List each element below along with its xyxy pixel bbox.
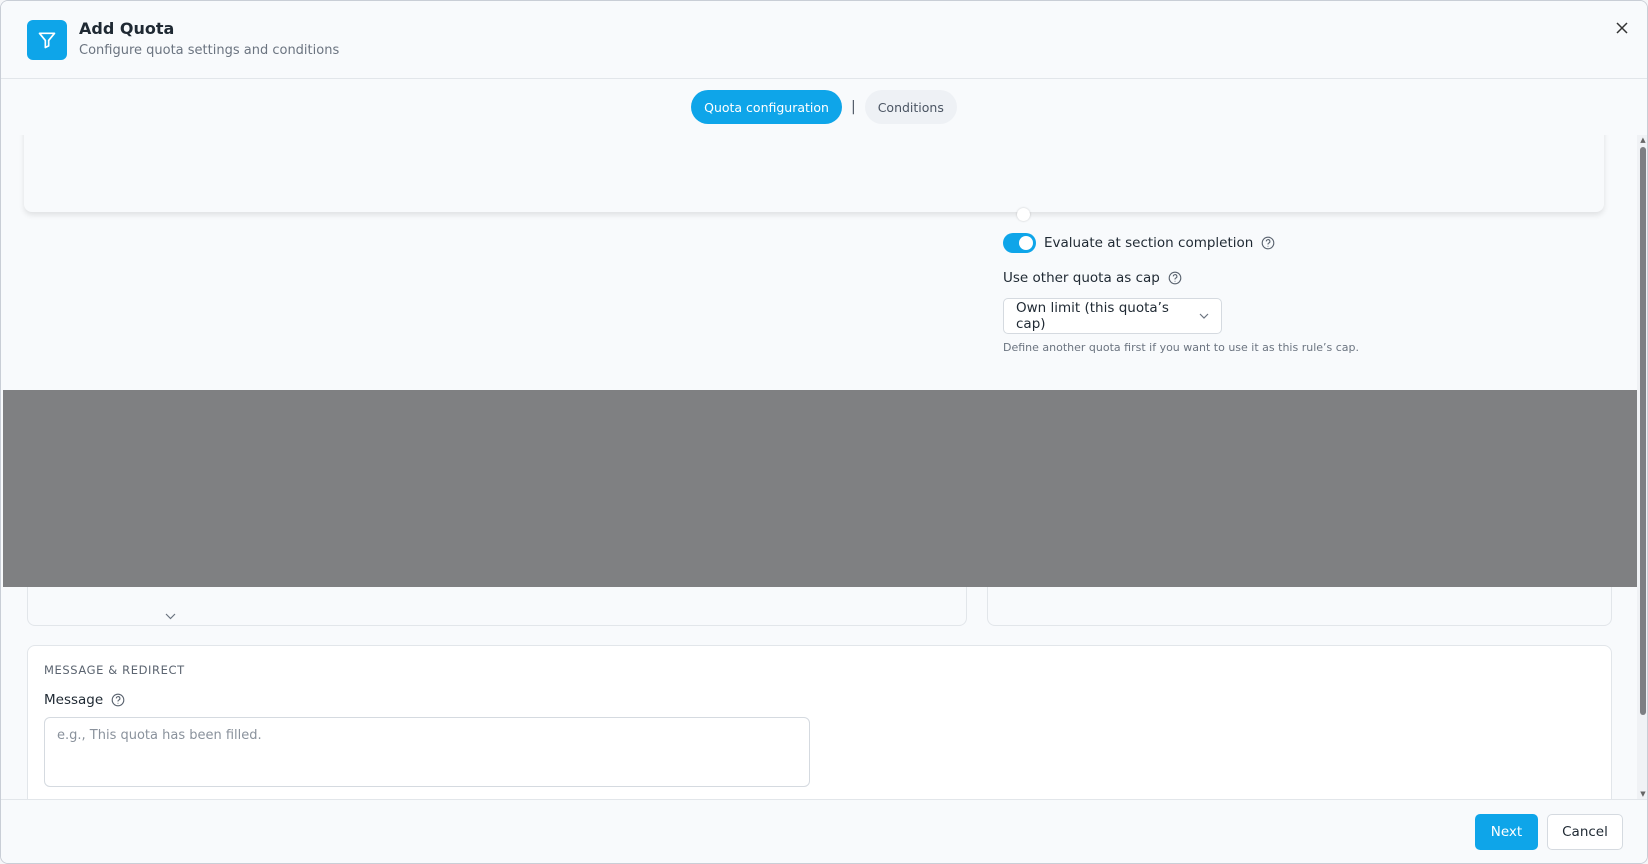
scrollbar[interactable]: ▲ ▼ [1637, 135, 1647, 799]
settings-card [24, 135, 1604, 212]
dialog-body[interactable]: Evaluate at section completion Use other… [1, 135, 1637, 799]
cap-hint: Define another quota first if you want t… [1003, 341, 1360, 354]
filter-icon [27, 20, 67, 60]
right-card [987, 587, 1612, 626]
slider-handle[interactable] [1017, 208, 1030, 221]
message-label: Message [44, 692, 104, 708]
cap-quota-select[interactable]: Own limit (this quota’s cap) [1003, 298, 1222, 334]
tab-quota-configuration[interactable]: Quota configuration [691, 90, 842, 124]
overlay-band [3, 390, 1637, 587]
dialog-header: Add Quota Configure quota settings and c… [1, 1, 1647, 79]
scrollbar-thumb[interactable] [1640, 147, 1646, 715]
add-quota-dialog: Add Quota Configure quota settings and c… [0, 0, 1648, 864]
message-label-row: Message [44, 692, 125, 708]
chevron-down-icon [1199, 313, 1209, 319]
message-redirect-card: MESSAGE & REDIRECT Message e.g., This qu… [27, 645, 1612, 799]
dialog-title: Add Quota [79, 19, 175, 38]
tab-bar: Quota configuration | Conditions [1, 79, 1647, 135]
dialog-subtitle: Configure quota settings and conditions [79, 43, 340, 58]
toggle-knob [1019, 236, 1033, 250]
dialog-footer: Next Cancel [1, 799, 1647, 863]
left-card [27, 587, 967, 626]
message-input[interactable]: e.g., This quota has been filled. [44, 717, 810, 787]
next-button[interactable]: Next [1475, 814, 1538, 850]
help-icon[interactable] [1261, 236, 1275, 250]
help-icon[interactable] [1168, 271, 1182, 285]
help-icon[interactable] [111, 693, 125, 707]
cap-select-value: Own limit (this quota’s cap) [1016, 300, 1169, 332]
evaluate-section-toggle[interactable] [1003, 233, 1036, 253]
cancel-button[interactable]: Cancel [1547, 814, 1623, 850]
cap-label: Use other quota as cap [1003, 270, 1160, 286]
close-icon[interactable] [1611, 17, 1633, 39]
tab-separator: | [850, 99, 856, 115]
evaluate-toggle-label: Evaluate at section completion [1044, 235, 1254, 251]
scroll-up-icon[interactable]: ▲ [1639, 136, 1647, 144]
scroll-down-icon[interactable]: ▼ [1639, 790, 1647, 798]
section-heading: MESSAGE & REDIRECT [44, 663, 185, 677]
cap-label-row: Use other quota as cap [1003, 268, 1182, 288]
evaluate-toggle-row: Evaluate at section completion [1003, 231, 1275, 255]
tab-conditions[interactable]: Conditions [864, 90, 957, 124]
